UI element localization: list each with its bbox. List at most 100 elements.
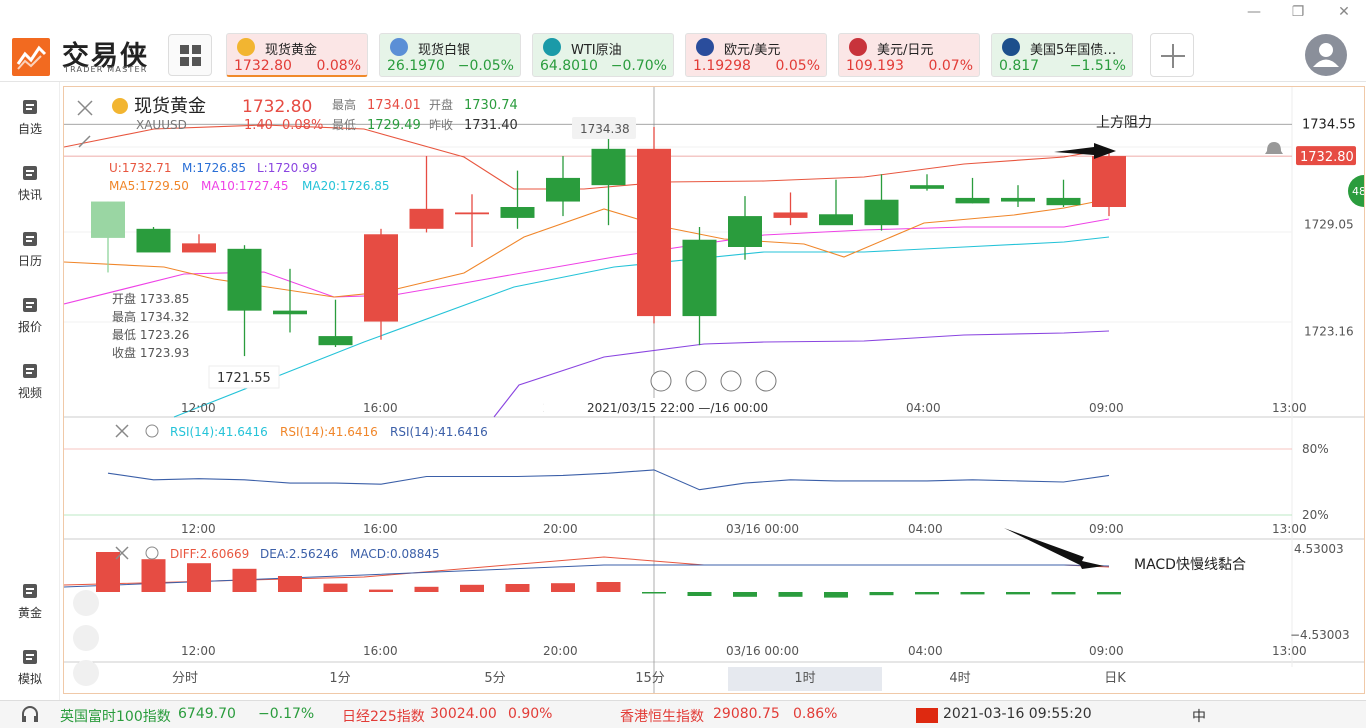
candle-body[interactable] xyxy=(728,216,762,247)
kline-chart[interactable]: 1734.55 1732.80 1729.05 1723.16 48 1734.38 172… xyxy=(64,87,1365,694)
avatar[interactable] xyxy=(1305,34,1347,76)
timeframe-tab[interactable]: 5分 xyxy=(418,667,572,691)
timeframe-tab[interactable]: 1时 xyxy=(728,667,882,691)
timeframe-tab[interactable]: 1分 xyxy=(263,667,417,691)
candle-body[interactable] xyxy=(500,207,535,218)
zoom-control-forward-icon[interactable] xyxy=(720,370,742,392)
bookmark-icon xyxy=(23,100,37,114)
candle-body[interactable] xyxy=(682,239,717,317)
candle-body[interactable] xyxy=(819,214,853,226)
macd-bar xyxy=(414,586,439,592)
sidebar-item-黄金[interactable]: 黄金 xyxy=(0,582,60,621)
quote-card[interactable]: 现货白银 26.1970 −0.05% xyxy=(379,33,521,77)
candle-body[interactable] xyxy=(227,248,262,311)
gold-icon xyxy=(23,584,37,598)
quote-change: −1.51% xyxy=(1069,58,1126,74)
quote-card[interactable]: 现货黄金 1732.80 0.08% xyxy=(226,33,368,77)
instrument-icon xyxy=(849,38,867,56)
candle-body[interactable] xyxy=(364,234,398,322)
ftse-label[interactable]: 英国富时100指数 xyxy=(60,706,171,726)
rsi-close-icon[interactable] xyxy=(115,424,129,438)
sidebar-item-报价[interactable]: 报价 xyxy=(0,296,60,335)
candle-body[interactable] xyxy=(273,310,307,315)
hsi-label[interactable]: 香港恒生指数 xyxy=(620,706,704,726)
candle-body[interactable] xyxy=(318,336,353,346)
nikkei-label[interactable]: 日经225指数 xyxy=(342,706,425,726)
macd-bar xyxy=(824,592,848,598)
low-label: 最低 xyxy=(332,118,356,132)
candle-body[interactable] xyxy=(182,243,216,253)
macd-bar xyxy=(505,584,530,592)
candle-body[interactable] xyxy=(864,199,899,226)
macd-value: MACD:0.08845 xyxy=(350,547,440,561)
candle-body[interactable] xyxy=(1001,197,1035,202)
bell-icon[interactable] xyxy=(1265,142,1283,154)
candle-body[interactable] xyxy=(1046,197,1081,206)
candle-body[interactable] xyxy=(91,201,125,238)
candle-body[interactable] xyxy=(409,208,444,229)
instrument-icon xyxy=(543,38,561,56)
ime-label[interactable]: 中 xyxy=(1192,706,1206,726)
candle-style-icon[interactable] xyxy=(73,590,99,616)
candle-body[interactable] xyxy=(455,212,489,215)
minimize-button[interactable]: — xyxy=(1244,4,1264,20)
sidebar-item-label: 日历 xyxy=(17,254,42,268)
quote-change: 0.07% xyxy=(928,58,973,74)
resistance-annotation: 上方阻力 xyxy=(1096,115,1152,131)
china-flag-icon xyxy=(916,708,938,723)
restore-button[interactable]: ❐ xyxy=(1288,4,1308,20)
close-window-button[interactable]: ✕ xyxy=(1334,4,1354,20)
sidebar-item-快讯[interactable]: 快讯 xyxy=(0,164,60,203)
zoom-control-minus-icon[interactable] xyxy=(650,370,672,392)
quote-price: 26.1970 xyxy=(387,58,445,74)
timeframe-tab[interactable]: 日K xyxy=(1038,667,1192,691)
macd-settings-icon[interactable] xyxy=(145,546,159,560)
candle-body[interactable] xyxy=(910,185,944,189)
timeframe-tab[interactable]: 分时 xyxy=(108,667,262,691)
candle-body[interactable] xyxy=(591,148,626,186)
sidebar-item-label: 模拟 xyxy=(17,672,42,686)
time-axis-label: 20:00 xyxy=(543,644,578,658)
macd-annotation: MACD快慢线黏合 xyxy=(1134,556,1246,573)
ma10-value: MA10:1727.45 xyxy=(201,179,289,193)
quote-card[interactable]: WTI原油 64.8010 −0.70% xyxy=(532,33,674,77)
timeframe-tab[interactable]: 4时 xyxy=(883,667,1037,691)
sidebar-item-日历[interactable]: 日历 xyxy=(0,230,60,269)
trough-label: 1721.55 xyxy=(217,371,271,386)
boll-u-value: U:1732.71 xyxy=(109,161,171,175)
quote-card[interactable]: 美国5年国债… 0.817 −1.51% xyxy=(991,33,1133,77)
macd-bar xyxy=(1097,592,1121,595)
quote-card[interactable]: 欧元/美元 1.19298 0.05% xyxy=(685,33,827,77)
quote-card[interactable]: 美元/日元 109.193 0.07% xyxy=(838,33,980,77)
nikkei-value: 30024.00 xyxy=(430,706,497,722)
add-quote-button[interactable] xyxy=(1150,33,1194,77)
time-axis-label: 09:00 xyxy=(1089,522,1124,536)
time-axis-label: 16:00 xyxy=(363,644,398,658)
pen-icon[interactable] xyxy=(73,625,99,651)
timeframe-tab[interactable]: 15分 xyxy=(573,667,727,691)
chart-area[interactable]: 1734.55 1732.80 1729.05 1723.16 48 1734.38 172… xyxy=(63,86,1365,694)
sidebar-item-模拟[interactable]: 模拟 xyxy=(0,648,60,687)
quote-change: 0.08% xyxy=(316,58,361,74)
headset-icon[interactable] xyxy=(20,706,40,724)
sidebar-item-自选[interactable]: 自选 xyxy=(0,98,60,137)
candle-body[interactable] xyxy=(773,212,808,218)
candle-body[interactable] xyxy=(1092,156,1126,207)
pin-icon[interactable] xyxy=(78,135,91,148)
header-price: 1732.80 xyxy=(242,97,312,117)
candle-body[interactable] xyxy=(955,197,990,204)
sidebar-item-视频[interactable]: 视频 xyxy=(0,362,60,401)
grid-menu-button[interactable] xyxy=(168,34,212,76)
candle-body[interactable] xyxy=(136,228,171,253)
candle-body[interactable] xyxy=(637,148,671,317)
instrument-icon xyxy=(237,38,255,56)
rsi-settings-icon[interactable] xyxy=(145,424,159,438)
indicator-icon[interactable] xyxy=(73,660,99,686)
high-value: 1734.01 xyxy=(367,98,421,113)
candle-body[interactable] xyxy=(546,177,580,202)
tooltip-open: 开盘 1733.85 xyxy=(112,291,189,306)
zoom-control-plus-icon[interactable] xyxy=(755,370,777,392)
time-axis-label: 03/16 00:00 xyxy=(726,522,799,536)
close-icon[interactable] xyxy=(77,100,93,116)
zoom-control-rewind-icon[interactable] xyxy=(685,370,707,392)
